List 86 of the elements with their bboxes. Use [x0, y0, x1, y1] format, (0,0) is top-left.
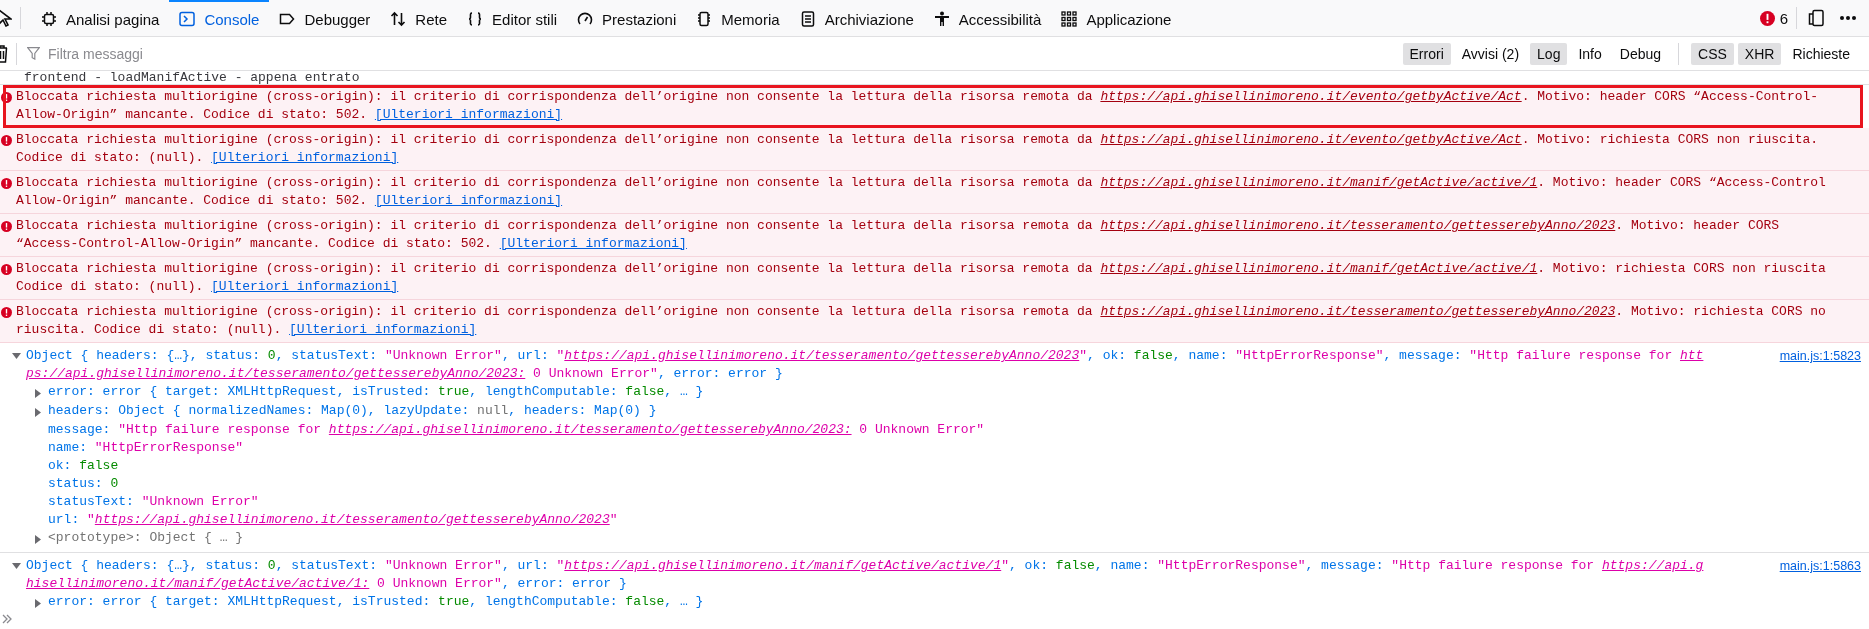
url-link[interactable]: https://api.ghisellinimoreno.it/manif/getActive/active/1: [564, 558, 1002, 573]
object-property: message: "Http failure response for https://api.ghisellinimoreno.it/tesseramento/gettesserebyAnno/2023: 0 Unknown Error": [48, 421, 985, 439]
error-message: Bloccata richiesta multiorigine (cross-origin): il criterio di corrispondenza dell’origine non consente la lettura della risorsa remota da https://api.ghisellinimoreno.it/manif/getActive/active/1. Motivo: richiesta CORS non riuscita Codice di stato: (null). [Ulteriori informazioni]: [16, 260, 1826, 296]
devtools-tab[interactable]: Console: [169, 0, 270, 36]
level-filter-button[interactable]: Errori: [1402, 42, 1451, 65]
type-filter-button[interactable]: XHR: [1737, 42, 1782, 65]
url-link[interactable]: https://api.g: [1601, 558, 1704, 573]
error-message: Bloccata richiesta multiorigine (cross-origin): il criterio di corrispondenza dell’origine non consente la lettura della risorsa remota da https://api.ghisellinimoreno.it/tesseramento/gettesserebyAnno/2023. Motivo: richiesta CORS no riuscita. Codice di stato: (null). [Ulteriori informazioni]: [16, 303, 1826, 339]
collapsed-triangle-icon[interactable]: [32, 535, 42, 544]
devtools-tab[interactable]: Applicazione: [1051, 0, 1182, 36]
pointer-icon[interactable]: [0, 9, 12, 27]
error-message: Bloccata richiesta multiorigine (cross-origin): il criterio di corrispondenza dell’origine non consente la lettura della risorsa remota da https://api.ghisellinimoreno.it/evento/getbyActive/Act. Motivo: header CORS “Access-Control- Allow-Origin” mancante. Codice di stato: 502. [Ulteriori informazioni]: [16, 88, 1819, 124]
expanded-triangle-icon[interactable]: [12, 351, 21, 360]
type-filter-button[interactable]: CSS: [1691, 42, 1734, 65]
error-icon: [1, 264, 12, 275]
grid-icon: [1061, 11, 1078, 27]
error-message: Bloccata richiesta multiorigine (cross-origin): il criterio di corrispondenza dell’origine non consente la lettura della risorsa remota da https://api.ghisellinimoreno.it/manif/getActive/active/1. Motivo: header CORS “Access-Control Allow-Origin” mancante. Codice di stato: 502. [Ulteriori informazioni]: [16, 174, 1826, 210]
object-property: name: "HttpErrorResponse": [48, 439, 244, 457]
source-link[interactable]: main.js:1:5823: [1775, 347, 1869, 363]
error-count: 6: [1779, 9, 1788, 27]
url-link[interactable]: https://api.ghisellinimoreno.it/manif/getActive/active/1: [1100, 175, 1538, 190]
object-property: url: "https://api.ghisellinimoreno.it/tesseramento/gettesserebyAnno/2023": [48, 511, 618, 529]
devtools-tab[interactable]: Accessibilità: [923, 0, 1052, 36]
object-property[interactable]: error: error { target: XMLHttpRequest, isTrusted: true, lengthComputable: false, … }: [48, 593, 704, 609]
error-icon: [1759, 10, 1775, 26]
log-message: frontend - loadManifActive - appena entrato: [24, 71, 360, 85]
collapsed-triangle-icon[interactable]: [32, 599, 42, 608]
url-link[interactable]: hisellinimoreno.it/manif/getActive/active/1:: [26, 576, 370, 591]
tag-icon: [279, 11, 296, 27]
chip-icon: [41, 11, 57, 27]
more-icon[interactable]: [1839, 15, 1857, 21]
error-icon: [1, 178, 12, 189]
url-link[interactable]: htt: [1680, 348, 1704, 363]
braces-icon: [467, 11, 484, 27]
responsive-mode-icon[interactable]: [1807, 9, 1825, 27]
devtools-tab[interactable]: Analisi pagina: [31, 0, 170, 36]
devtools-tab[interactable]: Rete: [380, 0, 458, 36]
error-message: Bloccata richiesta multiorigine (cross-origin): il criterio di corrispondenza dell’origine non consente la lettura della risorsa remota da https://api.ghisellinimoreno.it/tesseramento/gettesserebyAnno/2023. Motivo: header CORS “Access-Control-Allow-Origin” mancante. Codice di stato: 502. [Ulteriori informazioni]: [16, 217, 1780, 253]
url-link[interactable]: https://api.ghisellinimoreno.it/tesseramento/gettesserebyAnno/2023: [564, 348, 1080, 363]
object-property: status: 0: [48, 475, 119, 493]
url-link[interactable]: https://api.ghisellinimoreno.it/tesseramento/gettesserebyAnno/2023: [1100, 304, 1616, 319]
filter-icon: [27, 47, 40, 60]
memory-chip-icon: [696, 11, 713, 27]
expanded-triangle-icon[interactable]: [12, 561, 21, 570]
level-filter-button[interactable]: Debug: [1612, 42, 1669, 65]
gauge-icon: [577, 11, 594, 27]
trash-icon[interactable]: [0, 44, 8, 63]
more-info-link[interactable]: [Ulteriori informazioni]: [374, 193, 563, 208]
url-link[interactable]: https://api.ghisellinimoreno.it/tesseramento/gettesserebyAnno/2023: [94, 512, 610, 527]
object-property[interactable]: headers: Object { normalizedNames: Map(0), lazyUpdate: null, headers: Map(0) }: [48, 402, 657, 420]
level-filter-button[interactable]: Info: [1571, 42, 1609, 65]
url-link[interactable]: https://api.ghisellinimoreno.it/tesseramento/gettesserebyAnno/2023: [1100, 218, 1616, 233]
url-link[interactable]: ps://api.ghisellinimoreno.it/tesseramento/gettesserebyAnno/2023:: [26, 366, 526, 381]
url-link[interactable]: https://api.ghisellinimoreno.it/tesseramento/gettesserebyAnno/2023:: [328, 422, 852, 437]
devtools-tab[interactable]: Memoria: [686, 0, 790, 36]
url-link[interactable]: https://api.ghisellinimoreno.it/evento/getbyActive/Act: [1100, 132, 1522, 147]
object-property: statusText: "Unknown Error": [48, 493, 259, 511]
devtools-tab[interactable]: Prestazioni: [567, 0, 687, 36]
devtools-tab[interactable]: Archiviazione: [789, 0, 924, 36]
devtools-tab[interactable]: Debugger: [269, 0, 381, 36]
level-filter-button[interactable]: Log: [1530, 42, 1568, 65]
level-filter-button[interactable]: Avvisi (2): [1454, 42, 1527, 65]
more-info-link[interactable]: [Ulteriori informazioni]: [374, 107, 563, 122]
more-info-link[interactable]: [Ulteriori informazioni]: [211, 279, 399, 294]
arrows-icon: [390, 11, 407, 27]
type-filter-button[interactable]: Richieste: [1785, 42, 1857, 65]
more-info-link[interactable]: [Ulteriori informazioni]: [211, 150, 399, 165]
url-link[interactable]: https://api.ghisellinimoreno.it/manif/getActive/active/1: [1100, 261, 1538, 276]
object-property: ok: false: [48, 457, 119, 475]
url-link[interactable]: https://api.ghisellinimoreno.it/evento/getbyActive/Act: [1100, 89, 1522, 104]
person-icon: [933, 11, 950, 27]
source-link[interactable]: main.js:1:5863: [1775, 557, 1869, 573]
object-property[interactable]: <prototype>: Object { … }: [48, 529, 244, 547]
error-icon: [1, 221, 12, 232]
object-property[interactable]: error: error { target: XMLHttpRequest, isTrusted: true, lengthComputable: false, … }: [48, 383, 704, 401]
prompt-icon: [2, 614, 12, 624]
more-info-link[interactable]: [Ulteriori informazioni]: [499, 236, 687, 251]
error-icon: [1, 92, 12, 103]
terminal-icon: [179, 11, 196, 27]
error-icon: [1, 135, 12, 146]
error-icon: [1, 307, 12, 318]
more-info-link[interactable]: [Ulteriori informazioni]: [289, 322, 477, 337]
devtools-tab[interactable]: Editor stili: [457, 0, 568, 36]
error-message: Bloccata richiesta multiorigine (cross-origin): il criterio di corrispondenza dell’origine non consente la lettura della risorsa remota da https://api.ghisellinimoreno.it/evento/getbyActive/Act. Motivo: richiesta CORS non riuscita. Codice di stato: (null). [Ulteriori informazioni]: [16, 131, 1819, 167]
document-icon: [799, 11, 816, 27]
filter-field[interactable]: Filtra messaggi: [46, 44, 1401, 63]
